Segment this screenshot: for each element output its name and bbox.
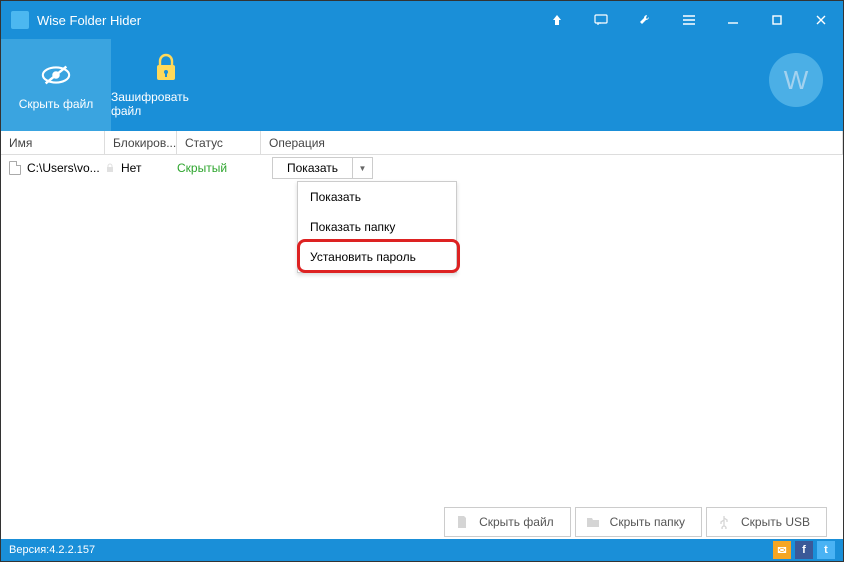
window-title: Wise Folder Hider bbox=[37, 13, 535, 28]
operation-button[interactable]: Показать ▼ bbox=[272, 157, 373, 179]
version-text: Версия:4.2.2.157 bbox=[9, 544, 769, 556]
hide-folder-label: Скрыть папку bbox=[610, 515, 685, 529]
cell-lock: Нет bbox=[121, 161, 141, 175]
feedback-icon[interactable] bbox=[579, 1, 623, 39]
operation-dropdown[interactable]: ▼ bbox=[352, 158, 372, 178]
col-status[interactable]: Статус bbox=[177, 131, 261, 154]
cell-status: Скрытый bbox=[177, 161, 261, 175]
mail-icon[interactable]: ✉ bbox=[773, 541, 791, 559]
tools-icon[interactable] bbox=[623, 1, 667, 39]
menu-icon[interactable] bbox=[667, 1, 711, 39]
hide-folder-button[interactable]: Скрыть папку bbox=[575, 507, 702, 537]
hide-usb-label: Скрыть USB bbox=[741, 515, 810, 529]
menu-set-password[interactable]: Установить пароль bbox=[298, 242, 456, 272]
context-menu: Показать Показать папку Установить парол… bbox=[297, 181, 457, 273]
tab-encrypt-file-label: Зашифровать файл bbox=[111, 90, 221, 118]
lock-icon bbox=[150, 52, 182, 84]
column-headers: Имя Блокиров... Статус Операция bbox=[1, 131, 843, 155]
menu-show[interactable]: Показать bbox=[298, 182, 456, 212]
toolbar: Скрыть файл Зашифровать файл W bbox=[1, 39, 843, 131]
col-name[interactable]: Имя bbox=[1, 131, 105, 154]
minimize-button[interactable] bbox=[711, 1, 755, 39]
table-row[interactable]: C:\Users\vo... Нет Скрытый Показать ▼ bbox=[1, 155, 843, 181]
twitter-icon[interactable]: t bbox=[817, 541, 835, 559]
status-bar: Версия:4.2.2.157 ✉ f t bbox=[1, 539, 843, 561]
tab-encrypt-file[interactable]: Зашифровать файл bbox=[111, 39, 221, 131]
tab-hide-file[interactable]: Скрыть файл bbox=[1, 39, 111, 131]
title-bar: Wise Folder Hider bbox=[1, 1, 843, 39]
tab-hide-file-label: Скрыть файл bbox=[19, 97, 94, 111]
hide-file-button[interactable]: Скрыть файл bbox=[444, 507, 571, 537]
hide-file-label: Скрыть файл bbox=[479, 515, 554, 529]
maximize-button[interactable] bbox=[755, 1, 799, 39]
brand-logo: W bbox=[769, 53, 823, 107]
file-icon bbox=[9, 161, 21, 175]
col-lock[interactable]: Блокиров... bbox=[105, 131, 177, 154]
close-button[interactable] bbox=[799, 1, 843, 39]
hide-usb-button[interactable]: Скрыть USB bbox=[706, 507, 827, 537]
menu-show-folder[interactable]: Показать папку bbox=[298, 212, 456, 242]
facebook-icon[interactable]: f bbox=[795, 541, 813, 559]
bottom-buttons: Скрыть файл Скрыть папку Скрыть USB bbox=[444, 507, 827, 537]
cell-name: C:\Users\vo... bbox=[27, 161, 105, 175]
col-operation[interactable]: Операция bbox=[261, 131, 843, 154]
app-icon bbox=[11, 11, 29, 29]
usb-icon bbox=[717, 515, 731, 529]
file-icon bbox=[455, 515, 469, 529]
operation-label[interactable]: Показать bbox=[273, 158, 352, 178]
eye-off-icon bbox=[40, 59, 72, 91]
folder-icon bbox=[586, 515, 600, 529]
upgrade-icon[interactable] bbox=[535, 1, 579, 39]
lock-mini-icon bbox=[105, 163, 115, 173]
